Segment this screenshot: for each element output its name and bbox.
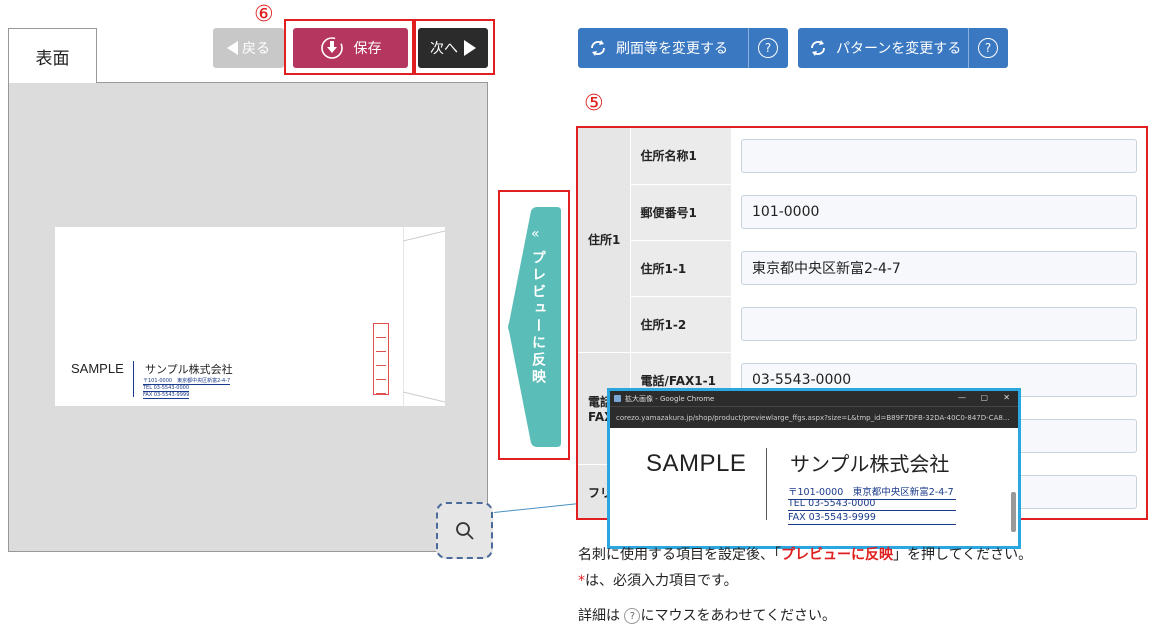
popup-url-bar[interactable]: corezo.yamazakura.jp/shop/product/previe…: [610, 406, 1018, 428]
zoom-popup-window: 拡大画像 - Google Chrome — ▢ ✕ corezo.yamaza…: [607, 388, 1021, 549]
next-label: 次へ: [430, 41, 458, 57]
marker-6: ⑥: [254, 2, 274, 27]
envelope-flap: [403, 227, 445, 406]
envelope-address: 〒101-0000 東京都中央区新富2-4-7: [143, 378, 231, 385]
postal-code-boxes: [373, 323, 389, 395]
popup-title: 拡大画像 - Google Chrome: [625, 394, 715, 403]
chevron-left-icon: «: [531, 226, 540, 242]
envelope-fax: FAX 03-5543-9999: [143, 392, 190, 399]
tab-front[interactable]: 表面: [8, 28, 97, 83]
popup-divider: [766, 448, 767, 520]
popup-fax: FAX 03-5543-9999: [788, 512, 956, 525]
help-icon[interactable]: ?: [624, 608, 641, 624]
popup-company: サンプル株式会社: [790, 452, 950, 476]
save-button[interactable]: 保存: [293, 28, 408, 68]
back-button[interactable]: 戻る: [213, 28, 284, 68]
popup-scrollbar[interactable]: [1011, 492, 1016, 532]
envelope-tel: TEL 03-5543-0000: [143, 385, 190, 392]
change-paper-label: 刷面等を変更する: [616, 41, 728, 57]
arrow-left-icon: [227, 41, 238, 55]
popup-url: corezo.yamazakura.jp/shop/product/previe…: [616, 413, 1010, 422]
envelope-divider: [133, 361, 134, 397]
save-label: 保存: [353, 41, 382, 57]
envelope-company: サンプル株式会社: [145, 363, 233, 376]
preview-area: SAMPLE サンプル株式会社 〒101-0000 東京都中央区新富2-4-7 …: [8, 82, 488, 552]
envelope-preview: SAMPLE サンプル株式会社 〒101-0000 東京都中央区新富2-4-7 …: [55, 227, 445, 406]
change-pattern-label: パターンを変更する: [836, 41, 962, 57]
back-label: 戻る: [242, 41, 270, 57]
refresh-icon: [811, 40, 825, 56]
change-paper-button[interactable]: 刷面等を変更する ?: [578, 28, 788, 68]
minimize-icon[interactable]: —: [958, 393, 966, 402]
help-icon[interactable]: ?: [978, 38, 998, 58]
chrome-icon: [614, 395, 621, 402]
preview-reflect-label: プレビューに反映: [530, 250, 546, 386]
popup-tel: TEL 03-5543-0000: [788, 498, 956, 511]
maximize-icon[interactable]: ▢: [980, 393, 988, 402]
refresh-icon: [591, 40, 605, 56]
envelope-sample-text: SAMPLE: [71, 361, 124, 376]
help-icon[interactable]: ?: [758, 38, 778, 58]
close-icon[interactable]: ✕: [1003, 393, 1010, 402]
marker-5: ⑤: [584, 91, 604, 116]
instruction-line-1: 名刺に使用する項目を設定後、「プレビューに反映」を押してください。: [578, 547, 1033, 563]
instruction-line-3: 詳細は ? にマウスをあわせてください。: [578, 608, 837, 624]
magnifier-icon: [455, 521, 474, 540]
arrow-right-icon: [464, 40, 476, 56]
change-pattern-button[interactable]: パターンを変更する ?: [798, 28, 1008, 68]
next-button[interactable]: 次へ: [418, 28, 488, 68]
instruction-line-2: *は、必須入力項目です。: [578, 573, 738, 589]
popup-body: SAMPLE サンプル株式会社 〒101-0000 東京都中央区新富2-4-7 …: [610, 428, 1018, 546]
popup-sample-text: SAMPLE: [646, 450, 747, 477]
download-icon: [320, 37, 343, 59]
popup-titlebar: 拡大画像 - Google Chrome: [610, 391, 1018, 406]
zoom-button[interactable]: [436, 502, 493, 559]
